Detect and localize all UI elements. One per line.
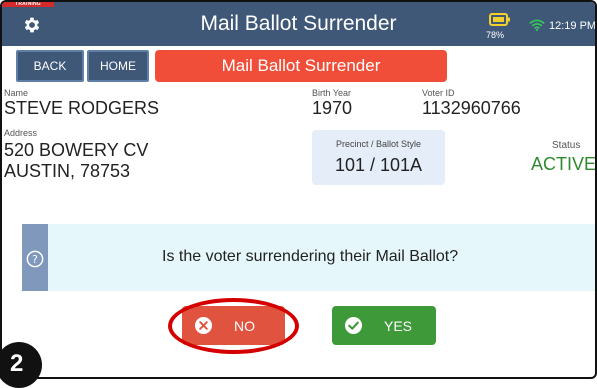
birth-year-label: Birth Year xyxy=(312,88,352,98)
address-line2: AUSTIN, 78753 xyxy=(4,161,131,181)
address-label: Address xyxy=(4,128,38,138)
highlight-circle xyxy=(168,298,299,354)
voter-id-label: Voter ID xyxy=(422,88,455,98)
question-text: Is the voter surrendering their Mail Bal… xyxy=(162,248,459,265)
yes-label: YES xyxy=(384,318,413,334)
name-label: Name xyxy=(4,88,29,98)
battery-percent: 78% xyxy=(486,30,505,40)
status-label: Status xyxy=(552,140,581,151)
precinct-value: 101 / 101A xyxy=(334,155,423,175)
birth-year: 1970 xyxy=(312,98,353,118)
precinct-label: Precinct / Ballot Style xyxy=(335,139,422,149)
home-button[interactable]: HOME xyxy=(87,50,149,82)
back-button[interactable]: BACK xyxy=(16,50,84,82)
yes-button[interactable]: YES xyxy=(332,306,436,345)
address-line1: 520 BOWERY CV xyxy=(4,140,149,160)
wifi-icon xyxy=(529,19,545,32)
precinct-card: Precinct / Ballot Style 101 / 101A xyxy=(312,130,445,185)
status-badge: ACTIVE xyxy=(531,154,597,174)
app-screen: TRAINING Mail Ballot Surrender 78% 12:19… xyxy=(0,0,597,379)
top-bar: TRAINING Mail Ballot Surrender 78% 12:19… xyxy=(2,2,595,46)
step-number-badge: 2 xyxy=(0,342,42,388)
training-badge: TRAINING xyxy=(2,2,54,7)
battery-icon xyxy=(489,13,510,26)
help-circle-icon: ? xyxy=(26,250,44,268)
clock: 12:19 PM xyxy=(549,20,597,32)
voter-id: 1132960766 xyxy=(422,98,521,118)
step-number: 2 xyxy=(10,350,24,377)
check-circle-icon xyxy=(344,316,363,335)
voter-name: STEVE RODGERS xyxy=(4,98,160,118)
page-title: Mail Ballot Surrender xyxy=(155,50,447,82)
svg-text:?: ? xyxy=(32,253,38,266)
